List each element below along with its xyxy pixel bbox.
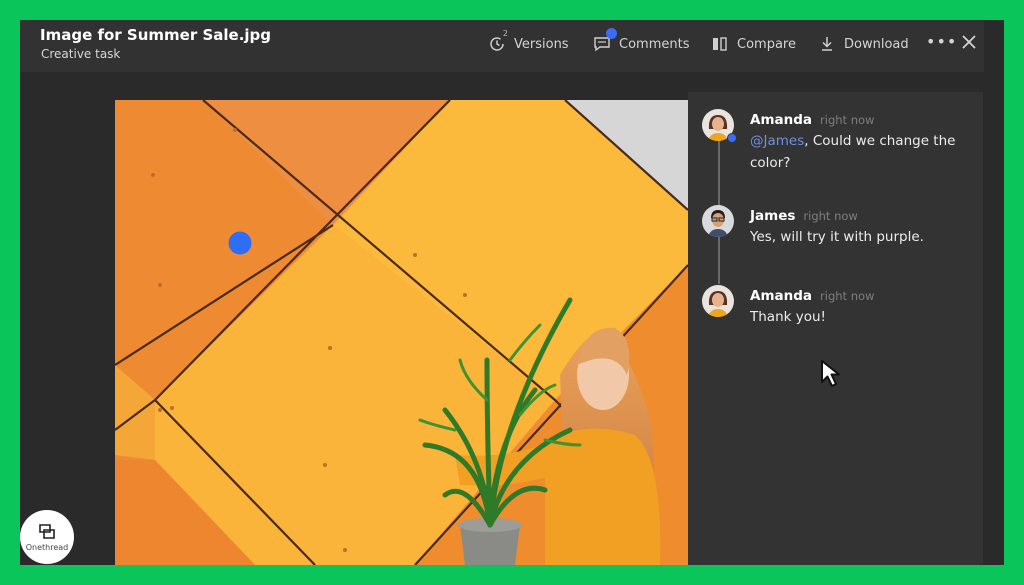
- cursor-arrow-icon: [819, 358, 849, 394]
- online-status-dot: [727, 133, 737, 143]
- file-subtitle: Creative task: [41, 47, 121, 61]
- comments-label: Comments: [619, 36, 690, 52]
- comments-button[interactable]: Comments: [591, 28, 690, 54]
- comments-icon: [591, 28, 617, 54]
- comments-notification-dot: [606, 28, 617, 39]
- compare-button[interactable]: Compare: [709, 34, 796, 54]
- comment-author: James: [750, 208, 796, 224]
- comment-time: right now: [820, 113, 875, 127]
- versions-label: Versions: [514, 36, 569, 52]
- download-button[interactable]: Download: [816, 34, 909, 54]
- brand-name: Onethread: [25, 543, 69, 552]
- download-label: Download: [844, 36, 909, 52]
- comment-text: Yes, will try it with purple.: [750, 229, 924, 245]
- versions-count: 2: [502, 29, 508, 38]
- header-bar: Image for Summer Sale.jpg Creative task …: [20, 20, 984, 72]
- avatar: [702, 205, 734, 237]
- mention-link[interactable]: @James: [750, 133, 804, 149]
- versions-clock-icon: 2: [486, 29, 508, 54]
- more-icon[interactable]: •••: [926, 32, 957, 51]
- comment-time: right now: [820, 289, 875, 303]
- close-icon[interactable]: [961, 30, 977, 60]
- onethread-logo: Onethread: [20, 510, 74, 564]
- app-frame: Image for Summer Sale.jpg Creative task …: [20, 20, 1004, 565]
- comment-time: right now: [803, 209, 858, 223]
- file-title: Image for Summer Sale.jpg: [40, 26, 272, 44]
- compare-icon: [709, 34, 731, 54]
- comment-text: @James, Could we change the color?: [750, 130, 970, 174]
- comments-panel: Amanda right now @James, Could we change …: [688, 92, 983, 565]
- image-preview[interactable]: [115, 100, 688, 565]
- versions-button[interactable]: 2 Versions: [486, 29, 569, 54]
- summer-sale-photo: [115, 100, 688, 565]
- avatar: [702, 285, 734, 317]
- download-icon: [816, 34, 838, 54]
- comment-text: Thank you!: [750, 309, 826, 325]
- comment-author: Amanda: [750, 112, 813, 128]
- comment-author: Amanda: [750, 288, 813, 304]
- onethread-logo-icon: [39, 524, 55, 539]
- compare-label: Compare: [737, 36, 796, 52]
